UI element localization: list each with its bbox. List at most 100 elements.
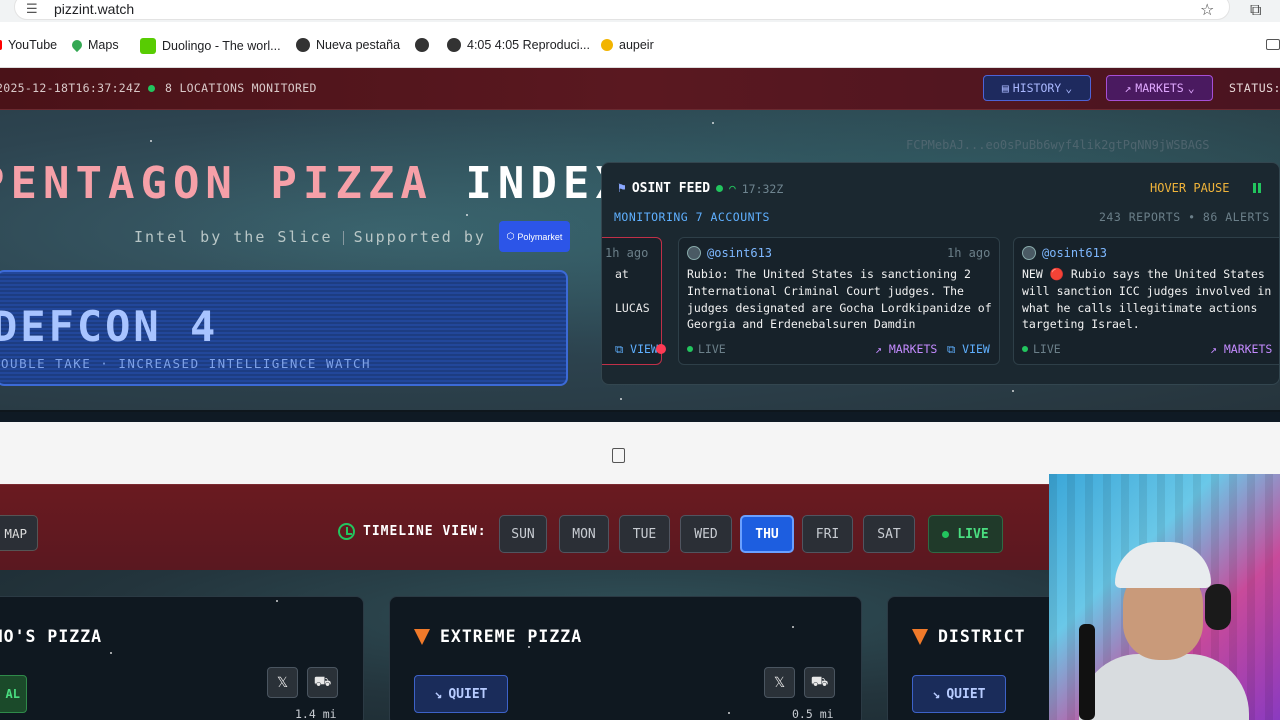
day-sat[interactable]: SAT [863, 515, 915, 553]
day-fri[interactable]: FRI [802, 515, 853, 553]
card-live: LIVE [1022, 342, 1061, 356]
pizza-icon [912, 628, 928, 645]
live-dot-icon [148, 84, 155, 92]
history-icon: ▤ [1001, 81, 1009, 95]
bookmark-player[interactable]: 4:05 4:05 Reproduci... [447, 38, 590, 52]
card-markets-link[interactable]: ↗ MARKETS [875, 342, 937, 356]
live-dot-icon [942, 530, 950, 538]
extensions-icon[interactable]: ⧉ [1250, 0, 1261, 20]
page-title: PENTAGON PIZZA INDEX [0, 158, 628, 209]
clock-icon [338, 523, 355, 540]
day-mon[interactable]: MON [559, 515, 609, 553]
feed-card[interactable]: @osint613 1h ago Rubio: The United State… [678, 237, 1000, 365]
polymarket-icon: ⬡ [506, 231, 515, 241]
live-button[interactable]: LIVE [928, 515, 1003, 553]
bookmarks-folder-icon[interactable] [1266, 39, 1280, 50]
card-text: NEW 🔴 Rubio says the United States will … [1022, 267, 1272, 332]
timestamp: 2025-12-18T16:37:24Z [0, 81, 141, 95]
card-live: LIVE [687, 342, 726, 356]
reports-count: 243 REPORTS • 86 ALERTS [1099, 210, 1270, 224]
store-name: DOMINO'S PIZZA [0, 627, 103, 646]
webcam-overlay [1049, 474, 1280, 720]
day-wed[interactable]: WED [680, 515, 732, 553]
url-text[interactable]: pizzint.watch [54, 1, 134, 17]
globe-icon [296, 38, 310, 52]
document-icon [612, 448, 625, 463]
card-text: Rubio: The United States is sanctioning … [687, 267, 992, 332]
card-markets-link[interactable]: ↗ MARKETS [1210, 342, 1272, 356]
wallet-hash: FCPMebAJ...eo0sPuBb6wyf4lik2gtPqNN9jWSBA… [906, 138, 1210, 152]
status-badge: ↘ QUIET [912, 675, 1006, 713]
globe-icon [415, 38, 429, 52]
chevron-down-icon: ⌄ [1187, 81, 1195, 95]
store-card[interactable]: DOMINO'S PIZZA AL 𝕏 ⛟ 1.4 mi [0, 596, 364, 720]
store-name: DISTRICT [912, 627, 1025, 646]
bookmark-new-tab[interactable]: Nueva pestaña [296, 38, 400, 52]
address-bar[interactable] [14, 0, 1230, 20]
page: 2025-12-18T16:37:24Z 8 LOCATIONS MONITOR… [0, 68, 1280, 720]
card-view-link[interactable]: ⧉ VIEW [615, 342, 658, 357]
feed-icon: ⚑ [618, 181, 626, 196]
card-view-link[interactable]: ⧉ VIEW [947, 342, 990, 357]
status-label: STATUS: [1229, 81, 1280, 95]
x-share-button[interactable]: 𝕏 [764, 667, 795, 698]
locations-monitored: 8 LOCATIONS MONITORED [148, 81, 317, 95]
hero-section: PENTAGON PIZZA INDEX Intel by the Slice S… [0, 110, 1280, 412]
trend-up-icon: ↗ [1124, 81, 1132, 95]
bookmark-aupeir[interactable]: aupeir [601, 38, 654, 52]
markets-button[interactable]: ↗ MARKETS ⌄ [1106, 75, 1213, 101]
bookmark-youtube[interactable]: YouTube [0, 38, 57, 52]
globe-icon [447, 38, 461, 52]
bookmark-globe[interactable] [415, 38, 429, 52]
status-badge: AL [0, 675, 27, 713]
browser-toolbar: ☰ pizzint.watch ☆ ⧉ [0, 0, 1280, 22]
store-distance: 0.5 mi [792, 707, 834, 720]
trend-down-icon: ↘ [434, 686, 443, 702]
day-sun[interactable]: SUN [499, 515, 547, 553]
timeline-label: TIMELINE VIEW: [338, 523, 487, 540]
day-thu[interactable]: THU [740, 515, 794, 553]
store-name: EXTREME PIZZA [414, 627, 582, 646]
map-button[interactable]: MAP [0, 515, 38, 551]
trend-down-icon: ↘ [932, 686, 941, 702]
status-badge: ↘ QUIET [414, 675, 508, 713]
feed-card[interactable]: @osint613 NEW 🔴 Rubio says the United St… [1013, 237, 1279, 365]
bookmark-maps[interactable]: Maps [69, 37, 119, 53]
bookmarks-bar: YouTube Maps Duolingo - The worl... Nuev… [0, 22, 1280, 68]
feed-card[interactable]: 1h ago at LUCAS ⧉ VIEW [602, 237, 662, 365]
site-info-icon[interactable]: ☰ [26, 2, 42, 18]
defcon-description: DOUBLE TAKE · INCREASED INTELLIGENCE WAT… [0, 356, 372, 371]
history-button[interactable]: ▤ HISTORY ⌄ [983, 75, 1091, 101]
store-distance: 1.4 mi [295, 707, 337, 720]
feed-title: ⚑ OSINT FEED ◠ 17:32Z [618, 181, 784, 196]
store-card[interactable]: EXTREME PIZZA ↘ QUIET 𝕏 ⛟ 0.5 mi [389, 596, 862, 720]
car-icon: ⛟ [313, 673, 332, 690]
car-icon: ⛟ [810, 673, 829, 690]
bookmark-duolingo[interactable]: Duolingo - The worl... [140, 38, 281, 54]
hover-pause-label: HOVER PAUSE [1150, 181, 1230, 195]
alert-badge [656, 344, 666, 354]
status-bar: 2025-12-18T16:37:24Z 8 LOCATIONS MONITOR… [0, 68, 1280, 110]
aupeir-icon [601, 39, 613, 51]
bookmark-star-icon[interactable]: ☆ [1200, 0, 1214, 19]
osint-feed: ⚑ OSINT FEED ◠ 17:32Z HOVER PAUSE MONITO… [601, 162, 1280, 385]
divider [0, 410, 1280, 412]
defcon-level: DEFCON 4 [0, 302, 219, 351]
card-user[interactable]: @osint613 [687, 246, 772, 260]
chevron-down-icon: ⌄ [1065, 81, 1073, 95]
defcon-panel: DEFCON 4 DOUBLE TAKE · INCREASED INTELLI… [0, 270, 568, 386]
avatar [687, 246, 701, 260]
duolingo-icon [140, 38, 156, 54]
x-share-button[interactable]: 𝕏 [267, 667, 298, 698]
delivery-button[interactable]: ⛟ [307, 667, 338, 698]
monitoring-count: MONITORING 7 ACCOUNTS [614, 210, 770, 224]
pizza-icon [414, 628, 430, 645]
wifi-icon: ◠ [729, 182, 736, 195]
maps-icon [69, 37, 85, 53]
card-user[interactable]: @osint613 [1022, 246, 1107, 260]
day-tue[interactable]: TUE [619, 515, 670, 553]
live-dot-icon [716, 185, 724, 192]
delivery-button[interactable]: ⛟ [804, 667, 835, 698]
polymarket-badge[interactable]: ⬡ Polymarket [499, 221, 570, 252]
pause-icon[interactable] [1253, 183, 1261, 193]
